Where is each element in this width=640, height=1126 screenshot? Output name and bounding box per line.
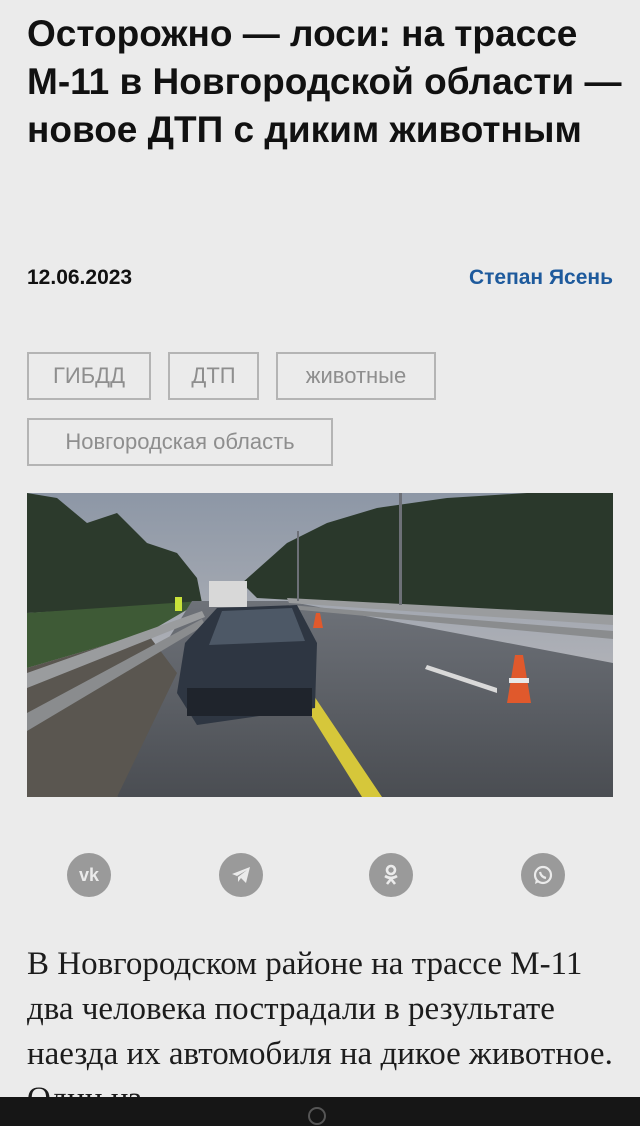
article-body: В Новгородском районе на трассе М-11 два… [27,946,613,1117]
odnoklassniki-icon [384,864,398,885]
telegram-icon [232,867,250,883]
tag-animals[interactable]: животные [276,352,436,400]
tag-gibdd[interactable]: ГИБДД [27,352,151,400]
publish-date: 12.06.2023 [27,266,133,289]
share-vk[interactable]: vk [67,853,111,897]
article-photo [27,493,613,797]
home-icon[interactable] [308,1107,326,1125]
share-whatsapp[interactable] [521,853,565,897]
share-odnoklassniki[interactable] [369,853,413,897]
tag-dtp[interactable]: ДТП [168,352,259,400]
bottom-navigation-bar [0,1097,640,1126]
article-title: Осторожно — лоси: на трассе М-11 в Новго… [27,13,622,150]
share-telegram[interactable] [219,853,263,897]
whatsapp-icon [533,865,553,885]
vk-icon: vk [78,864,100,885]
tag-novgorod-region[interactable]: Новгородская область [27,418,333,466]
author-link[interactable]: Степан Ясень [469,266,613,290]
